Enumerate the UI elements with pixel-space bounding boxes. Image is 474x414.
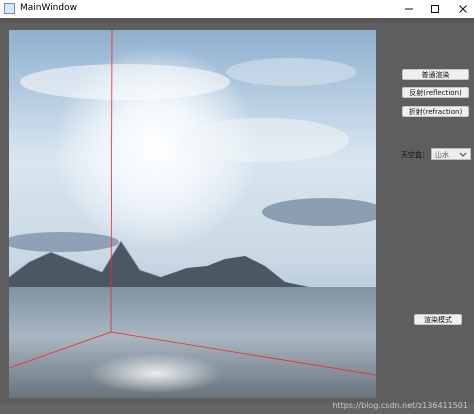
- skybox-select[interactable]: 山水: [431, 148, 471, 160]
- window-frame-strip: [0, 18, 474, 23]
- close-button[interactable]: [448, 0, 474, 18]
- reflection-button[interactable]: 反射(reflection): [402, 87, 469, 98]
- chevron-down-icon: [459, 152, 467, 157]
- csdn-watermark: https://blog.csdn.net/z136411501: [332, 401, 468, 410]
- maximize-button[interactable]: [420, 0, 450, 18]
- skybox-label: 天空盒：: [401, 151, 429, 159]
- close-icon: [459, 5, 467, 13]
- normal-render-button[interactable]: 普通渲染: [402, 69, 469, 80]
- main-window: MainWindow 普通渲染 反射(reflection) 折射(refrac…: [0, 0, 474, 414]
- refraction-button[interactable]: 折射(refraction): [402, 106, 469, 117]
- skybox-render: [9, 30, 376, 398]
- window-title: MainWindow: [20, 3, 77, 13]
- skybox-selected-value: 山水: [435, 151, 449, 159]
- maximize-icon: [431, 5, 439, 13]
- title-bar: MainWindow: [0, 0, 474, 18]
- render-mode-button[interactable]: 渲染模式: [414, 314, 462, 325]
- window-app-icon: [4, 3, 15, 14]
- water-glare: [9, 287, 376, 398]
- opengl-viewport[interactable]: [9, 30, 376, 398]
- minimize-icon: [405, 8, 413, 10]
